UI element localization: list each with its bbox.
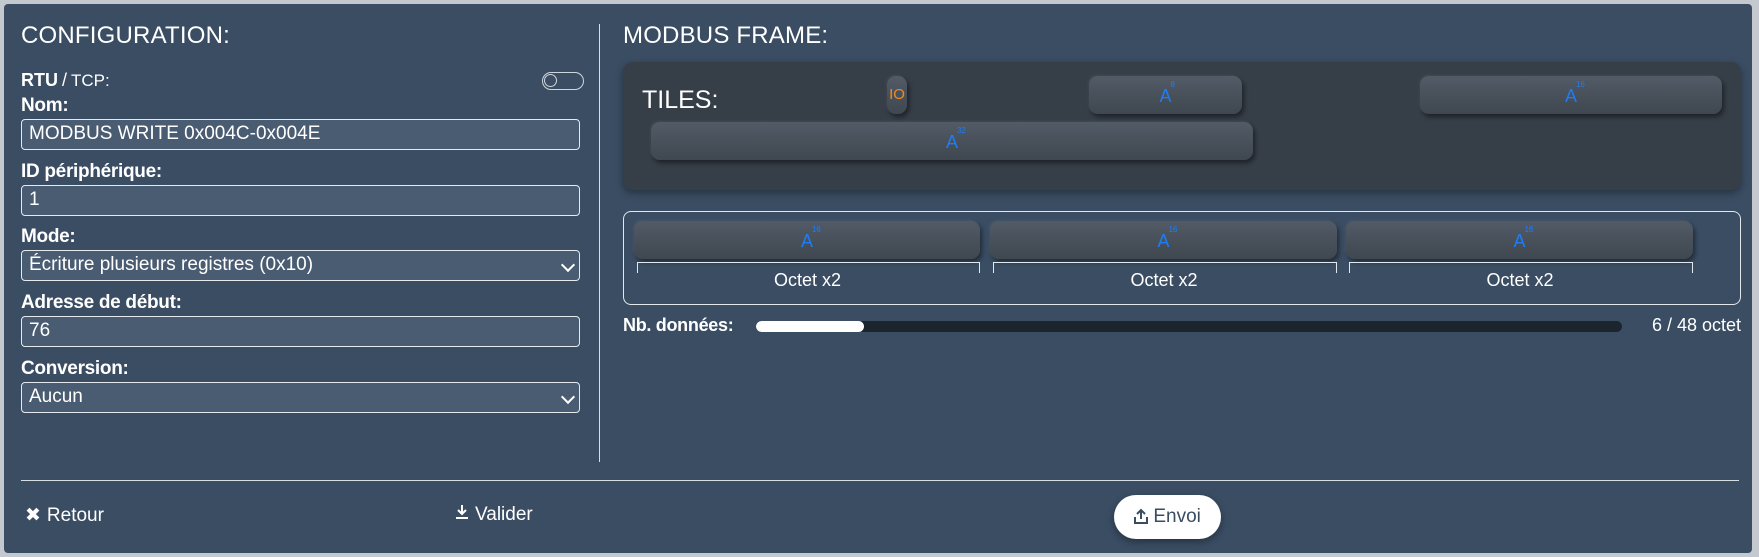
tile-a32-size: 32 [956, 126, 966, 135]
modbus-panel: CONFIGURATION: RTU / TCP: Nom: MODBUS WRIT… [4, 4, 1752, 553]
close-icon: ✖ [25, 505, 41, 526]
frame-bytes-box: A 16 Octet x2 A 16 Octet x2 A 16 Octet x2 [623, 211, 1741, 305]
conversion-label: Conversion: [21, 358, 129, 379]
validate-button[interactable]: Valider [455, 504, 533, 526]
protocol-separator: / [62, 70, 68, 90]
protocol-toggle-row: RTU / TCP: [21, 70, 584, 96]
chevron-down-icon [560, 389, 576, 405]
start-address-input[interactable]: 76 [21, 316, 580, 347]
frame-byte-size: 16 [811, 225, 821, 234]
configuration-section: CONFIGURATION: RTU / TCP: Nom: MODBUS WRIT… [21, 22, 584, 413]
conversion-select-value: Aucun [29, 386, 83, 407]
upload-icon [1134, 506, 1153, 527]
frame-byte-tile[interactable]: A 16 [634, 221, 980, 259]
tiles-palette: TILES: IO A8 A 16 A 32 [623, 62, 1741, 190]
tile-a16-text: A 16 [1564, 80, 1585, 107]
data-count-row: Nb. données: 6 / 48 octet [623, 314, 1741, 340]
footer-divider [21, 480, 1739, 481]
name-label: Nom: [21, 95, 69, 116]
frame-byte-tile[interactable]: A 16 [990, 221, 1337, 259]
tile-io[interactable]: IO [887, 76, 907, 114]
mode-select[interactable]: Écriture plusieurs registres (0x10) [21, 250, 580, 281]
send-button-label: Envoi [1153, 506, 1201, 527]
chevron-down-icon [560, 257, 576, 273]
validate-button-label: Valider [475, 504, 533, 525]
frame-byte-letter: A [1513, 231, 1526, 251]
tile-a16-size: 16 [1575, 80, 1585, 89]
switch-knob [544, 74, 557, 87]
send-button[interactable]: Envoi [1114, 495, 1221, 539]
tile-io-text: IO [889, 86, 905, 103]
byte-label: Octet x2 [1486, 270, 1554, 290]
device-id-label: ID périphérique: [21, 161, 162, 182]
vertical-divider [599, 24, 600, 462]
tile-a16-letter: A [1564, 86, 1577, 106]
mode-label: Mode: [21, 226, 76, 247]
byte-label: Octet x2 [773, 270, 842, 290]
back-button[interactable]: ✖ Retour [25, 504, 104, 527]
tile-a8-text: A8 [1159, 80, 1174, 107]
data-count-label: Nb. données: [623, 315, 734, 335]
rtu-label: RTU [21, 70, 58, 90]
tile-a32-letter: A [945, 132, 958, 152]
protocol-switch[interactable] [542, 72, 584, 90]
tiles-label: TILES: [642, 86, 719, 114]
frame-byte-tile[interactable]: A 16 [1346, 221, 1693, 259]
device-id-input[interactable]: 1 [21, 185, 580, 216]
byte-label: Octet x2 [1130, 270, 1198, 290]
mode-select-value: Écriture plusieurs registres (0x10) [29, 254, 314, 275]
data-count-progress [756, 321, 1622, 332]
frame-byte-size: 16 [1168, 225, 1178, 234]
download-icon [455, 504, 469, 526]
name-input[interactable]: MODBUS WRITE 0x004C-0x004E [21, 119, 580, 150]
tile-a8-letter: A [1159, 86, 1172, 106]
frame-byte-size: 16 [1524, 225, 1534, 234]
modbus-frame-title: MODBUS FRAME: [623, 22, 829, 49]
tile-a16[interactable]: A 16 [1420, 76, 1722, 114]
frame-byte-letter: A [800, 231, 813, 251]
modbus-frame-section: MODBUS FRAME: TILES: IO A8 A 16 A 32 A 16 O… [623, 22, 1741, 335]
conversion-select[interactable]: Aucun [21, 382, 580, 413]
data-count-value: 6 / 48 octet [1651, 315, 1741, 335]
frame-byte-letter: A [1157, 231, 1170, 251]
frame-byte-tile-text: A 16 [1513, 225, 1533, 252]
tile-a32-text: A 32 [945, 126, 966, 153]
tile-a8-size: 8 [1170, 80, 1175, 89]
frame-byte-tile-text: A 16 [1157, 225, 1177, 252]
frame-byte-tile-text: A 16 [800, 225, 821, 252]
configuration-title: CONFIGURATION: [21, 22, 231, 49]
tile-a32[interactable]: A 32 [651, 122, 1253, 160]
tile-a8[interactable]: A8 [1089, 76, 1242, 114]
back-button-label: Retour [46, 505, 104, 526]
data-count-progress-fill [756, 321, 865, 332]
tcp-label: TCP: [71, 71, 110, 90]
start-address-label: Adresse de début: [21, 292, 182, 313]
